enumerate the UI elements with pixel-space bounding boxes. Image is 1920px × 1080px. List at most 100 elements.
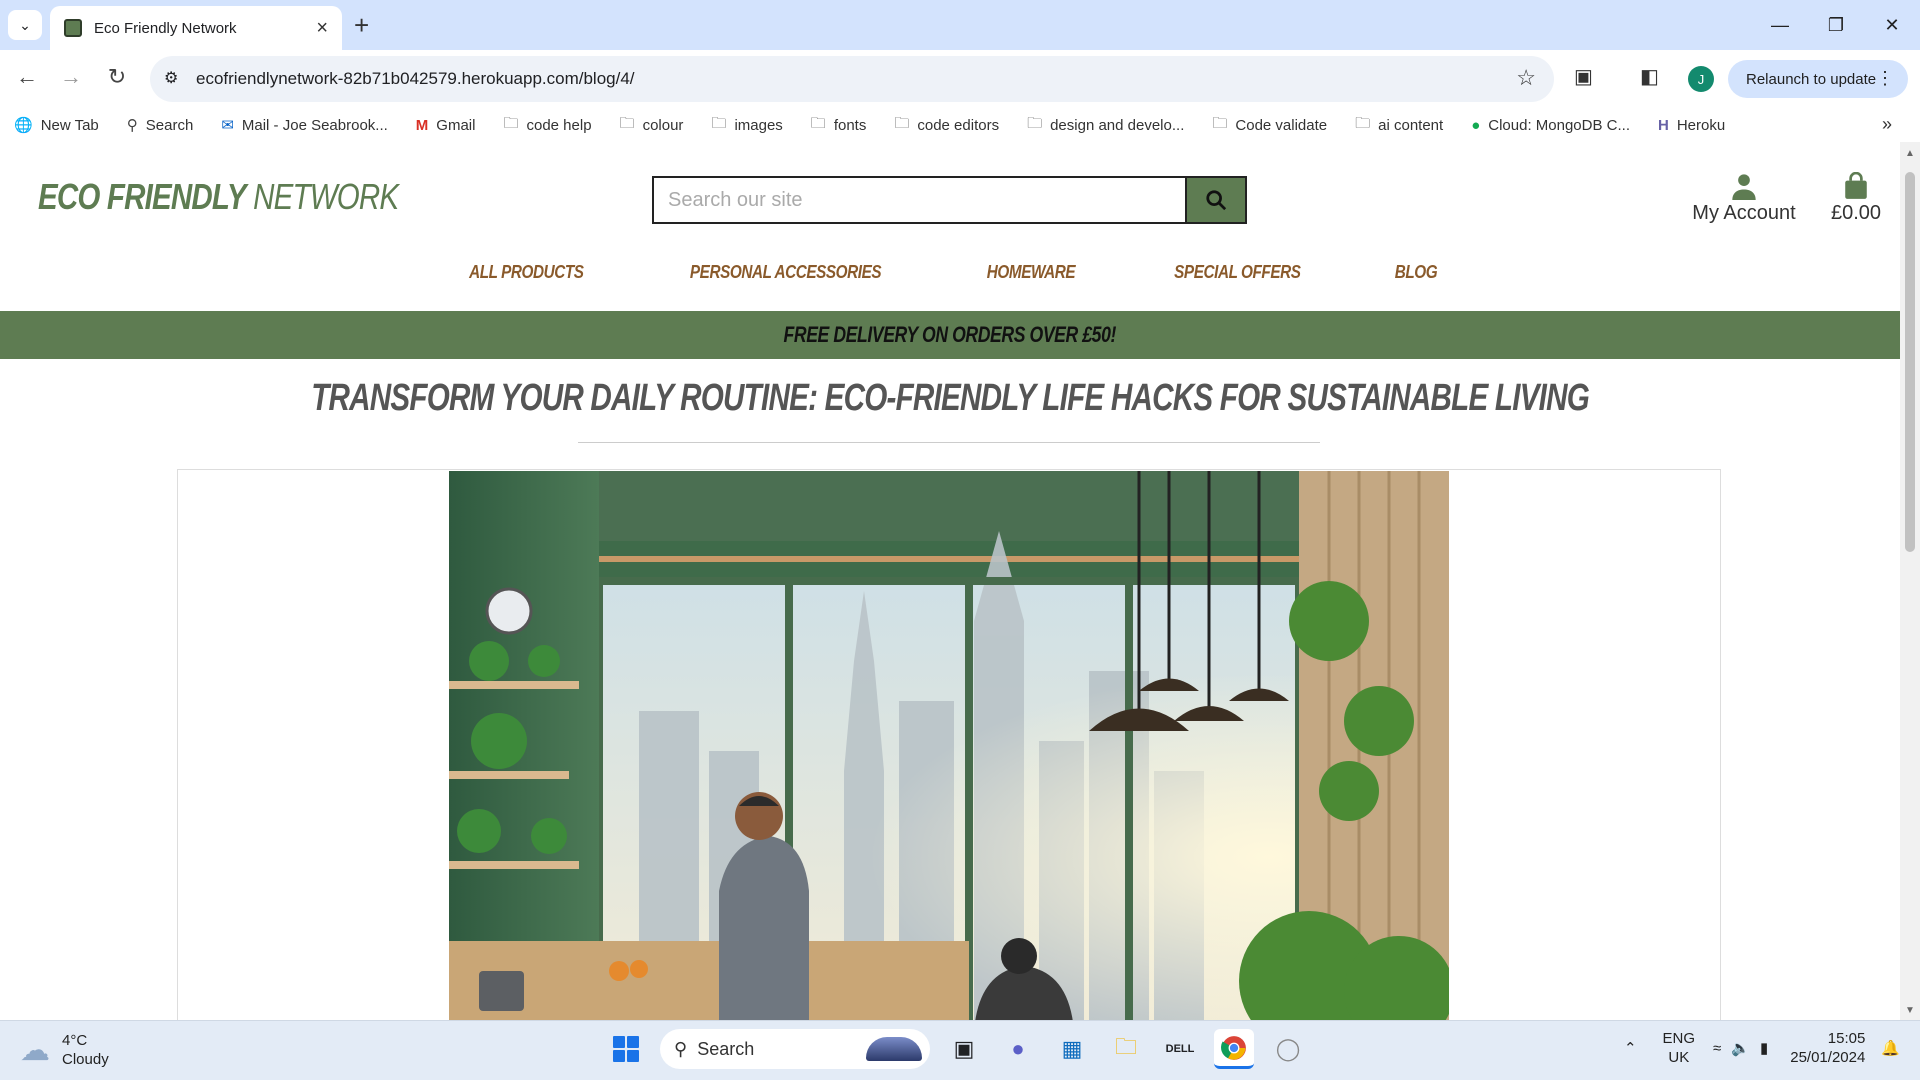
folder-icon: 🗀 — [1027, 114, 1043, 132]
scroll-down-icon[interactable]: ▼ — [1905, 1005, 1915, 1016]
bookmark-folder[interactable]: 🗀 ai content — [1355, 113, 1443, 138]
folder-icon: 🗀 — [711, 114, 727, 132]
search-icon: ⚲ — [674, 1038, 688, 1059]
taskbar-search-label: Search — [697, 1038, 755, 1059]
nav-all-products[interactable]: ALL PRODUCTS — [469, 262, 584, 283]
tab-search-button[interactable]: ⌄ — [8, 10, 42, 40]
promo-text: FREE DELIVERY ON ORDERS OVER £50! — [783, 322, 1117, 347]
close-tab-icon[interactable]: × — [316, 17, 328, 40]
my-account-label: My Account — [1692, 202, 1796, 224]
show-hidden-icons-icon[interactable]: ⌃ — [1624, 1039, 1637, 1057]
bookmark-folder[interactable]: 🗀 code help — [503, 113, 591, 138]
restore-icon[interactable]: ❐ — [1808, 0, 1864, 50]
taskbar-search[interactable]: ⚲ Search — [660, 1029, 930, 1069]
heroku-icon: H — [1657, 116, 1669, 134]
address-bar[interactable]: ⚙ ecofriendlynetwork-82b71b042579.heroku… — [150, 56, 1554, 102]
battery-icon[interactable]: ▮ — [1760, 1039, 1768, 1057]
folder-icon: 🗀 — [810, 114, 826, 132]
cloud-icon: ☁ — [20, 1033, 50, 1067]
url-text[interactable]: ecofriendlynetwork-82b71b042579.herokuap… — [196, 69, 635, 89]
window-controls: — ❐ ✕ — [1752, 0, 1920, 50]
notification-bell-icon[interactable]: 🔔 — [1881, 1039, 1900, 1057]
bookmark-search[interactable]: ⚲ Search — [126, 116, 194, 135]
page-scrollbar[interactable]: ▲ ▼ — [1900, 142, 1920, 1020]
forward-icon[interactable]: → — [56, 64, 86, 90]
more-bookmarks-icon[interactable]: » — [1882, 114, 1892, 135]
bookmark-mail[interactable]: ✉ Mail - Joe Seabrook... — [221, 116, 387, 135]
browser-tab[interactable]: Eco Friendly Network × — [50, 6, 342, 50]
bookmark-folder[interactable]: 🗀 colour — [620, 113, 684, 138]
site-search-button[interactable] — [1185, 178, 1245, 222]
site-favicon-icon — [64, 19, 82, 37]
relaunch-label: Relaunch to update — [1746, 70, 1877, 88]
folder-icon: 🗀 — [619, 114, 635, 132]
gimp-icon[interactable]: ◯ — [1268, 1029, 1308, 1069]
site-logo[interactable]: ECO FRIENDLY NETWORK — [38, 176, 399, 218]
system-tray: ⌃ ENG UK ≈ 🔈 ▮ 15:05 25/01/2024 🔔 — [1624, 1029, 1900, 1067]
title-divider — [578, 442, 1320, 443]
scroll-up-icon[interactable]: ▲ — [1905, 148, 1915, 159]
nav-blog[interactable]: BLOG — [1395, 262, 1438, 283]
file-explorer-icon[interactable]: 🗀 — [1106, 1029, 1146, 1069]
globe-icon: 🌐 — [14, 117, 33, 134]
bookmark-folder[interactable]: 🗀 code editors — [894, 113, 999, 138]
clock-time: 15:05 — [1827, 1030, 1866, 1047]
weather-widget[interactable]: ☁ 4°C Cloudy — [20, 1031, 109, 1069]
browser-tab-strip: ⌄ Eco Friendly Network × + — ❐ ✕ — [0, 0, 1920, 50]
new-tab-button[interactable]: + — [354, 10, 369, 40]
search-highlight-image — [866, 1037, 922, 1061]
bookmark-new-tab[interactable]: 🌐 New Tab — [14, 116, 99, 135]
chrome-icon[interactable] — [1214, 1029, 1254, 1069]
site-search-input[interactable] — [654, 178, 1185, 222]
folder-icon: 🗀 — [894, 114, 910, 132]
outlook-icon: ✉ — [221, 117, 234, 134]
dell-icon[interactable]: DELL — [1160, 1029, 1200, 1069]
site-search — [652, 176, 1247, 224]
tab-title: Eco Friendly Network — [94, 19, 237, 37]
bookmark-heroku[interactable]: H Heroku — [1658, 117, 1725, 134]
site-info-icon[interactable]: ⚙ — [164, 68, 178, 88]
promo-banner: FREE DELIVERY ON ORDERS OVER £50! — [0, 311, 1900, 359]
shopping-bag-link[interactable]: £0.00 — [1826, 171, 1886, 225]
windows-start-icon[interactable] — [606, 1029, 646, 1069]
side-panel-icon[interactable]: ◧ — [1640, 64, 1659, 89]
nav-personal-accessories[interactable]: PERSONAL ACCESSORIES — [690, 262, 882, 283]
clock[interactable]: 15:05 25/01/2024 — [1790, 1029, 1865, 1067]
minimize-icon[interactable]: — — [1752, 0, 1808, 50]
teams-chat-icon[interactable]: ● — [998, 1029, 1038, 1069]
search-icon: ⚲ — [126, 117, 138, 134]
nav-homeware[interactable]: HOMEWARE — [986, 262, 1075, 283]
more-menu-icon[interactable]: ⋮ — [1876, 68, 1894, 89]
wifi-icon[interactable]: ≈ — [1713, 1040, 1721, 1057]
user-icon — [1686, 172, 1802, 202]
web-page: ECO FRIENDLY NETWORK My Account £0.00 AL… — [0, 142, 1900, 1020]
search-icon — [1206, 190, 1227, 211]
extensions-icon[interactable]: ▣ — [1574, 64, 1593, 89]
blog-hero-image — [449, 471, 1449, 1020]
folder-icon: 🗀 — [1355, 114, 1371, 132]
bookmark-star-icon[interactable]: ☆ — [1516, 65, 1536, 91]
my-account-link[interactable]: My Account — [1686, 172, 1802, 225]
scrollbar-thumb[interactable] — [1905, 172, 1915, 552]
close-window-icon[interactable]: ✕ — [1864, 0, 1920, 50]
task-view-icon[interactable]: ▣ — [944, 1029, 984, 1069]
bookmark-mongodb[interactable]: ● Cloud: MongoDB C... — [1471, 117, 1630, 134]
bookmark-folder[interactable]: 🗀 design and develo... — [1027, 113, 1184, 138]
microsoft-store-icon[interactable]: ▦ — [1052, 1029, 1092, 1069]
bookmark-folder[interactable]: 🗀 fonts — [811, 113, 867, 138]
volume-icon[interactable]: 🔈 — [1731, 1039, 1750, 1057]
bookmark-folder[interactable]: 🗀 images — [711, 113, 782, 138]
relaunch-button[interactable]: Relaunch to update ⋮ — [1728, 60, 1908, 98]
shopping-bag-icon — [1826, 171, 1886, 202]
profile-avatar[interactable]: J — [1688, 66, 1714, 92]
gmail-icon: M — [415, 116, 429, 134]
reload-icon[interactable]: ↻ — [102, 64, 132, 90]
nav-special-offers[interactable]: SPECIAL OFFERS — [1174, 262, 1301, 283]
bookmark-folder[interactable]: 🗀 Code validate — [1212, 113, 1327, 138]
blog-post-title: TRANSFORM YOUR DAILY ROUTINE: ECO-FRIEND… — [311, 377, 1590, 419]
bookmark-gmail[interactable]: M Gmail — [416, 117, 476, 134]
mongodb-icon: ● — [1471, 116, 1481, 134]
back-icon[interactable]: ← — [12, 64, 42, 90]
language-indicator[interactable]: ENG UK — [1663, 1029, 1696, 1067]
weather-condition: Cloudy — [62, 1051, 109, 1068]
